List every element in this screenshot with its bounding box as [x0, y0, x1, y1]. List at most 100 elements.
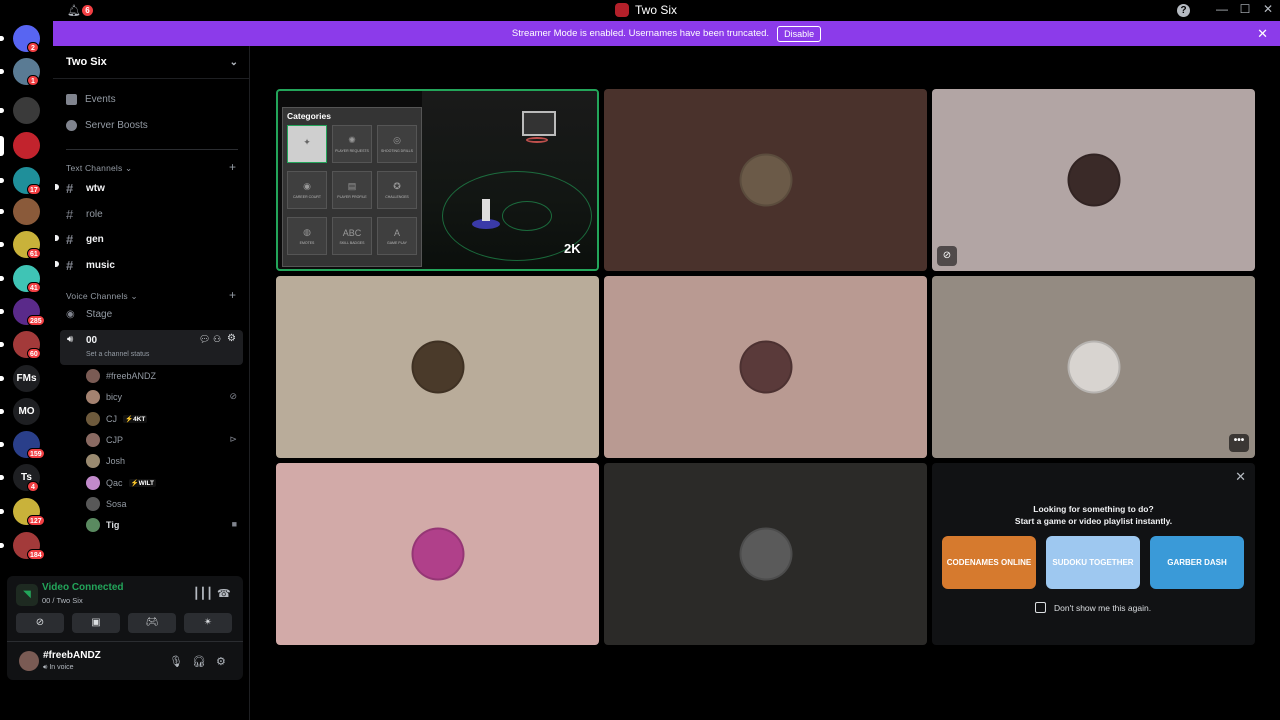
text-channels-category[interactable]: Text Channels ⌄: [66, 163, 132, 174]
avatar[interactable]: [19, 651, 39, 671]
soundboard-button[interactable]: ✴: [184, 613, 232, 633]
category-tile[interactable]: ▤ PLAYER PROFILE: [332, 171, 372, 209]
category-caption: SHOOTING DRILLS: [381, 149, 413, 153]
category-icon: ABC: [342, 227, 362, 238]
channel-role[interactable]: # role: [66, 207, 103, 222]
participant-tile[interactable]: [604, 276, 927, 458]
chevron-down-icon: ⌄: [130, 291, 138, 301]
server-icon[interactable]: MO: [13, 398, 40, 425]
invite-icon[interactable]: ⚇: [213, 334, 221, 345]
guild-header[interactable]: Two Six ⌄: [53, 46, 250, 79]
participant-tile[interactable]: •••: [932, 276, 1255, 458]
camera-off-button[interactable]: ⊘: [16, 613, 64, 633]
category-caption: CHALLENGES: [385, 195, 409, 199]
participant-tile[interactable]: [276, 463, 599, 645]
server-icon[interactable]: [13, 198, 40, 225]
category-tile[interactable]: A GAME PLAY: [377, 217, 417, 255]
user-name[interactable]: #freebANDZ: [43, 650, 101, 661]
help-icon[interactable]: ?: [1177, 4, 1190, 17]
participant-tile[interactable]: [276, 276, 599, 458]
headphones-icon[interactable]: 🎧︎: [192, 655, 206, 668]
channel-label: role: [86, 209, 103, 220]
muted-camera-icon: ⊘: [229, 391, 237, 402]
member-name: CJ: [106, 413, 117, 424]
bell-icon[interactable]: 🔔︎: [67, 4, 81, 17]
server-pill: [0, 36, 4, 41]
microphone-icon[interactable]: 🎙︎: [169, 655, 183, 668]
category-tile[interactable]: ABC SKILL BADGES: [332, 217, 372, 255]
voice-member[interactable]: bicy: [86, 390, 122, 405]
close-window-button[interactable]: ✕: [1258, 2, 1278, 16]
close-icon[interactable]: ✕: [1235, 469, 1246, 485]
add-channel-icon[interactable]: +: [229, 160, 236, 174]
maximize-button[interactable]: ☐: [1235, 2, 1255, 16]
channel-wtw[interactable]: # wtw: [55, 181, 105, 196]
category-label: Voice Channels: [66, 291, 128, 301]
dont-show-label[interactable]: Don't show me this again.: [1054, 603, 1151, 613]
server-icon[interactable]: [13, 97, 40, 124]
activity-suggestion-tile: ✕ Looking for something to do? Start a g…: [932, 463, 1255, 645]
streamer-mode-banner: Streamer Mode is enabled. Usernames have…: [53, 21, 1280, 46]
active-voice-channel[interactable]: 🔊︎ 00 Set a channel status 💬︎ ⚇ ⚙: [60, 330, 243, 365]
category-tile[interactable]: ✪ CHALLENGES: [377, 171, 417, 209]
signal-icon[interactable]: ◥: [16, 584, 38, 606]
category-caption: PLAYER REQUESTS: [335, 149, 369, 153]
gear-icon[interactable]: ⚙: [227, 333, 236, 344]
voice-channels-category[interactable]: Voice Channels ⌄: [66, 291, 138, 302]
more-options-icon[interactable]: •••: [1229, 434, 1249, 452]
minimize-button[interactable]: —: [1212, 2, 1232, 16]
events-label: Events: [85, 94, 116, 105]
channel-gen[interactable]: # gen: [55, 232, 104, 247]
voice-member[interactable]: CJ ⚡4KT: [86, 411, 148, 426]
category-tile[interactable]: ✺ PLAYER REQUESTS: [332, 125, 372, 163]
waveform-icon[interactable]: ┃┃┃: [193, 587, 213, 600]
channel-status-prompt[interactable]: Set a channel status: [86, 351, 149, 358]
participant-tile[interactable]: [604, 463, 927, 645]
voice-member[interactable]: CJP: [86, 432, 123, 447]
unread-badge: 4: [27, 481, 39, 492]
avatar: [86, 390, 100, 405]
server-icon[interactable]: FMs: [13, 365, 40, 392]
chevron-down-icon[interactable]: ⌄: [230, 57, 238, 68]
voice-member[interactable]: Qac ⚡WILT: [86, 475, 157, 490]
category-tile[interactable]: ◍ EMOTES: [287, 217, 327, 255]
server-pill: [0, 108, 4, 113]
voice-connection-panel: ◥ Video Connected 00 / Two Six ┃┃┃ ☎ ⊘ ▣…: [7, 576, 243, 680]
disable-streamer-mode-button[interactable]: Disable: [777, 25, 822, 42]
category-tile[interactable]: ✦: [287, 125, 327, 163]
voice-member[interactable]: Tig: [86, 518, 119, 533]
server-boosts-link[interactable]: Server Boosts: [66, 120, 148, 131]
activity-card[interactable]: SUDOKU TOGETHER: [1046, 536, 1140, 589]
screen-share-tile[interactable]: 2K Categories ✦ ✺ PLAYER REQUESTS ◎ SHOOTING…: [276, 89, 599, 271]
activities-button[interactable]: 🎮︎: [128, 613, 176, 633]
unread-indicator: [55, 184, 59, 190]
voice-member[interactable]: Josh: [86, 454, 125, 469]
channel-music[interactable]: # music: [55, 258, 115, 273]
server-icon[interactable]: [13, 132, 40, 159]
calendar-icon: [66, 94, 77, 105]
channel-label: wtw: [86, 183, 105, 194]
voice-channel-path[interactable]: 00 / Two Six: [42, 596, 83, 605]
category-tile[interactable]: ◎ SHOOTING DRILLS: [377, 125, 417, 163]
screen-share-button[interactable]: ▣: [72, 613, 120, 633]
server-pill: [0, 136, 4, 156]
dont-show-checkbox[interactable]: [1035, 602, 1046, 613]
voice-member[interactable]: #freebANDZ: [86, 369, 156, 383]
server-pill: [0, 442, 4, 447]
events-link[interactable]: Events: [66, 94, 116, 105]
user-status: 🔊︎ In voice: [43, 664, 74, 671]
activity-card[interactable]: CODENAMES ONLINE: [942, 536, 1036, 589]
gear-icon[interactable]: ⚙: [216, 655, 226, 668]
close-icon[interactable]: ✕: [1257, 26, 1268, 42]
stage-channel[interactable]: ◉ Stage: [66, 309, 112, 320]
disconnect-icon[interactable]: ☎: [217, 587, 231, 600]
activity-card[interactable]: GARBER DASH: [1150, 536, 1244, 589]
voice-member[interactable]: Sosa: [86, 496, 127, 511]
add-channel-icon[interactable]: +: [229, 288, 236, 302]
category-tile[interactable]: ◉ CAREER COURT: [287, 171, 327, 209]
participant-tile[interactable]: [604, 89, 927, 271]
avatar: [739, 153, 792, 207]
member-name: Qac: [106, 477, 123, 488]
chat-icon[interactable]: 💬︎: [199, 334, 210, 345]
participant-tile[interactable]: ⊘: [932, 89, 1255, 271]
